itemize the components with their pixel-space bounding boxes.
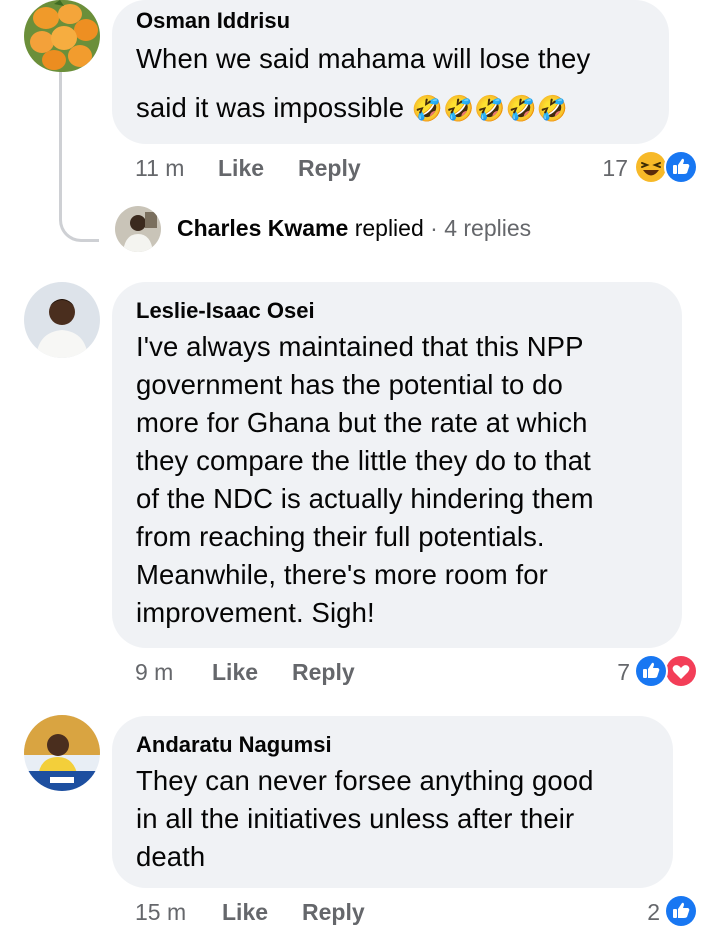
comment-line: government has the potential to do bbox=[136, 369, 563, 400]
love-reaction-icon[interactable] bbox=[664, 654, 698, 688]
like-reaction-icon[interactable] bbox=[664, 894, 698, 928]
haha-reaction-icon[interactable] bbox=[634, 150, 668, 184]
avatar[interactable] bbox=[24, 282, 100, 358]
comment-author[interactable]: Osman Iddrisu bbox=[136, 6, 645, 36]
avatar[interactable] bbox=[24, 0, 100, 72]
comment-text: When we said mahama will lose they said … bbox=[136, 40, 645, 127]
like-button[interactable]: Like bbox=[222, 897, 268, 927]
rofl-emoji-icons: 🤣🤣🤣🤣🤣 bbox=[411, 95, 569, 123]
comment-author[interactable]: Andaratu Nagumsi bbox=[136, 730, 649, 760]
like-button[interactable]: Like bbox=[212, 657, 258, 687]
comment-bubble: Andaratu Nagumsi They can never forsee a… bbox=[112, 716, 673, 888]
comment-line: of the NDC is actually hindering them bbox=[136, 483, 594, 514]
comment-line: I've always maintained that this NPP bbox=[136, 331, 584, 362]
comment-line: in all the initiatives unless after thei… bbox=[136, 803, 575, 834]
comment-bubble: Leslie-Isaac Osei I've always maintained… bbox=[112, 282, 682, 648]
reply-button[interactable]: Reply bbox=[302, 897, 365, 927]
comment-timestamp: 15 m bbox=[135, 899, 187, 925]
reaction-count[interactable]: 17 bbox=[580, 153, 628, 183]
reply-author[interactable]: Charles Kwame bbox=[177, 215, 348, 241]
comment-author[interactable]: Leslie-Isaac Osei bbox=[136, 296, 658, 326]
comment-timestamp: 9 m bbox=[135, 659, 174, 685]
comment-line: improvement. Sigh! bbox=[136, 597, 375, 628]
reaction-count[interactable]: 7 bbox=[590, 657, 630, 687]
comment-text: I've always maintained that this NPP gov… bbox=[136, 328, 658, 632]
reply-count[interactable]: 4 replies bbox=[444, 215, 531, 241]
like-button[interactable]: Like bbox=[218, 153, 264, 183]
comment-line: from reaching their full potentials. bbox=[136, 521, 545, 552]
comment-line: they compare the little they do to that bbox=[136, 445, 591, 476]
reply-button[interactable]: Reply bbox=[292, 657, 355, 687]
comment-line: Meanwhile, there's more room for bbox=[136, 559, 548, 590]
comment-line: They can never forsee anything good bbox=[136, 765, 594, 796]
comment-bubble: Osman Iddrisu When we said mahama will l… bbox=[112, 0, 669, 144]
reply-separator: · bbox=[430, 215, 438, 241]
comment-text: They can never forsee anything good in a… bbox=[136, 762, 649, 876]
avatar[interactable] bbox=[24, 715, 100, 791]
thread-connector-line bbox=[59, 72, 99, 242]
reply-avatar[interactable] bbox=[115, 206, 161, 252]
like-reaction-icon[interactable] bbox=[664, 150, 698, 184]
comment-line-with-emoji: said it was impossible 🤣🤣🤣🤣🤣 bbox=[136, 89, 645, 127]
reply-thread-summary[interactable]: Charles Kwame replied · 4 replies bbox=[177, 212, 531, 244]
avatar-fruit-image bbox=[24, 0, 100, 72]
comment-timestamp: 11 m bbox=[135, 155, 185, 181]
like-reaction-icon[interactable] bbox=[634, 654, 668, 688]
reaction-count[interactable]: 2 bbox=[620, 897, 660, 927]
reply-action: replied bbox=[354, 215, 424, 241]
comment-line: said it was impossible bbox=[136, 92, 405, 123]
comment-line: more for Ghana but the rate at which bbox=[136, 407, 588, 438]
comment-line: When we said mahama will lose they bbox=[136, 43, 591, 74]
comment-line: death bbox=[136, 841, 206, 872]
reply-button[interactable]: Reply bbox=[298, 153, 361, 183]
